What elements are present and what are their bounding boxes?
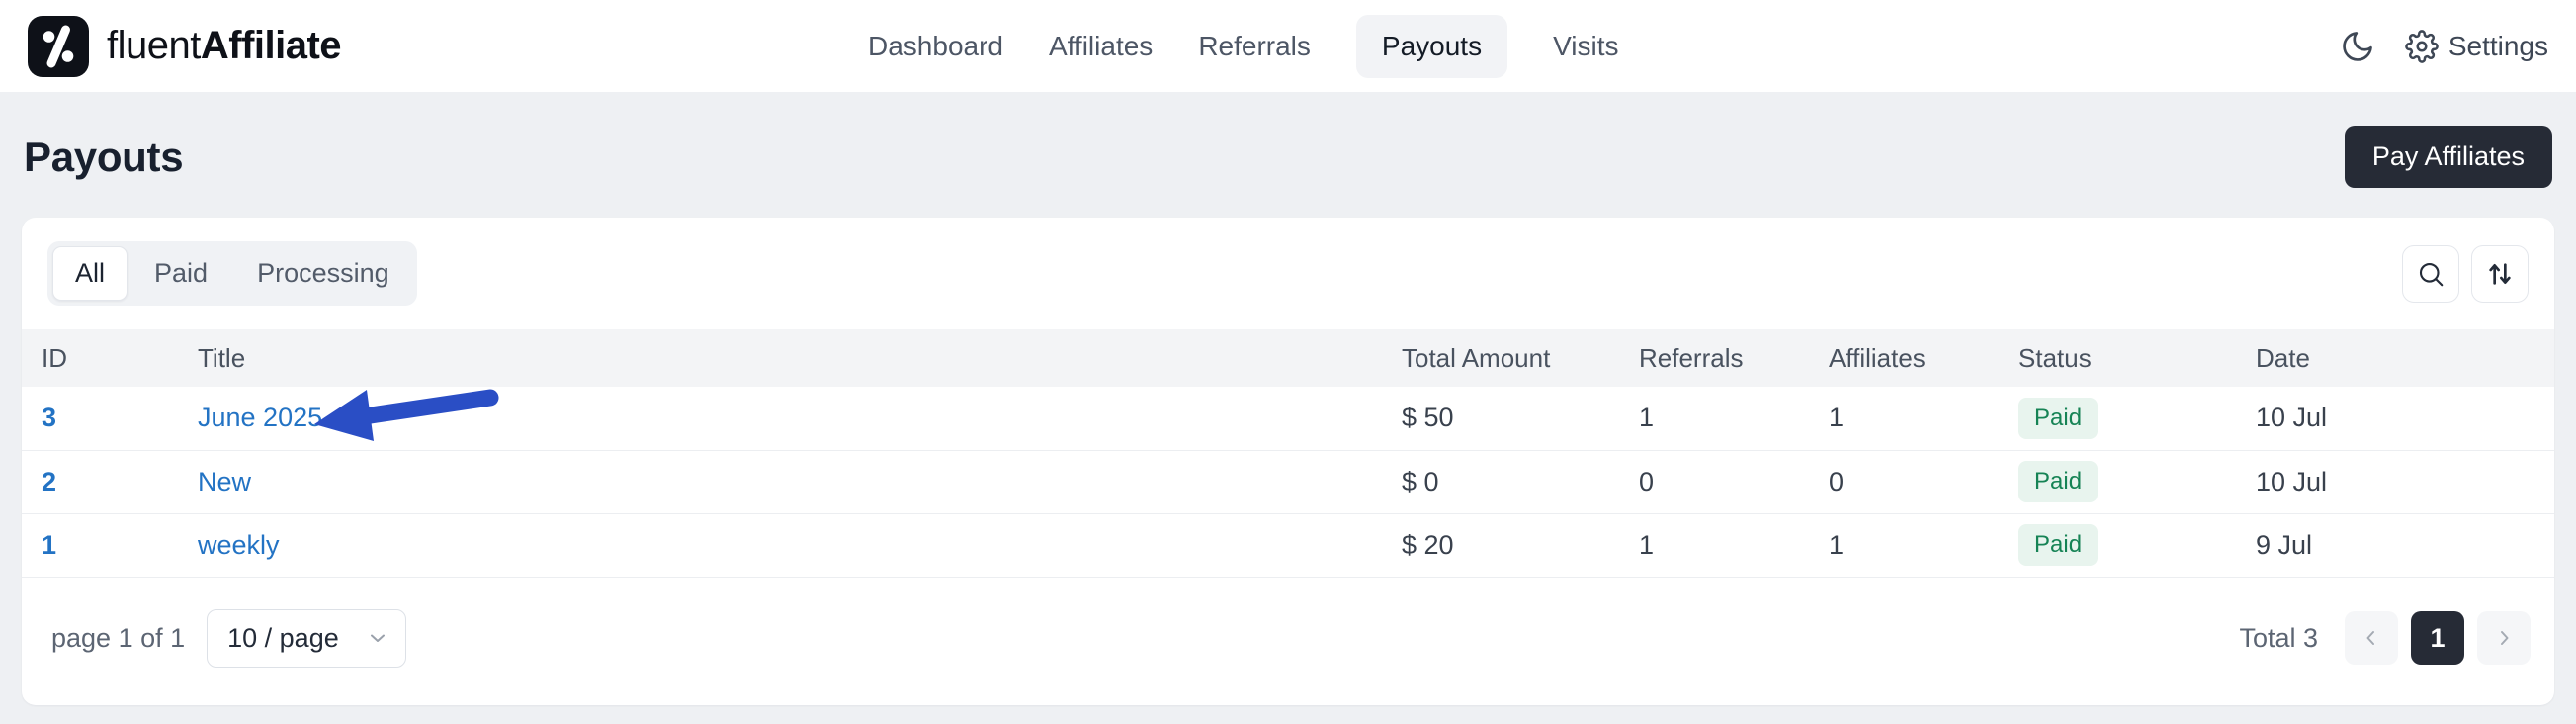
table-header: ID Title Total Amount Referrals Affiliat…	[22, 329, 2554, 387]
status-badge: Paid	[2018, 461, 2099, 502]
brand-wordmark: fluentAffiliate	[107, 24, 342, 68]
page-head: Payouts Pay Affiliates	[0, 92, 2576, 188]
topbar-right-actions: Settings	[2340, 29, 2548, 64]
total-count: Total 3	[2239, 622, 2318, 653]
table-row: 3 June 2025 $ 50 1 1 Paid 10 Jul	[22, 387, 2554, 451]
next-page-button[interactable]	[2477, 611, 2531, 665]
card-toolbar: All Paid Processing	[22, 218, 2554, 329]
payouts-table: ID Title Total Amount Referrals Affiliat…	[22, 329, 2554, 578]
filter-tab-all[interactable]: All	[52, 246, 129, 301]
page-size-select[interactable]: 10 / page	[207, 608, 407, 668]
payout-title-link[interactable]: June 2025	[198, 403, 322, 432]
payout-referrals: 1	[1619, 513, 1809, 578]
payout-affiliates: 1	[1809, 513, 1999, 578]
payout-title-link[interactable]: New	[198, 467, 251, 497]
column-header-referrals: Referrals	[1619, 329, 1809, 387]
status-badge: Paid	[2018, 524, 2099, 566]
status-filter-tabs: All Paid Processing	[47, 241, 417, 306]
column-header-date: Date	[2236, 329, 2554, 387]
gear-icon	[2404, 29, 2439, 63]
settings-label: Settings	[2447, 30, 2548, 61]
nav-item-payouts[interactable]: Payouts	[1355, 14, 1508, 78]
top-bar: fluentAffiliate Dashboard Affiliates Ref…	[0, 0, 2576, 92]
table-row: 1 weekly $ 20 1 1 Paid 9 Jul	[22, 513, 2554, 578]
main-nav: Dashboard Affiliates Referrals Payouts V…	[868, 0, 1618, 92]
payout-affiliates: 1	[1809, 387, 1999, 451]
pay-affiliates-button[interactable]: Pay Affiliates	[2344, 126, 2552, 188]
search-icon	[2419, 262, 2444, 286]
payout-affiliates: 0	[1809, 450, 1999, 514]
payouts-page: Payouts Pay Affiliates All Paid Processi…	[0, 92, 2576, 705]
payout-date: 10 Jul	[2236, 387, 2554, 451]
brand-name-light: fluent	[107, 24, 201, 67]
page-info: page 1 of 1	[51, 622, 186, 653]
column-header-id: ID	[22, 329, 178, 387]
settings-button[interactable]: Settings	[2404, 29, 2548, 63]
column-header-title: Title	[178, 329, 1382, 387]
column-header-status: Status	[1999, 329, 2236, 387]
column-header-total-amount: Total Amount	[1382, 329, 1619, 387]
previous-page-button[interactable]	[2345, 611, 2398, 665]
payout-referrals: 1	[1619, 387, 1809, 451]
payout-date: 10 Jul	[2236, 450, 2554, 514]
nav-item-referrals[interactable]: Referrals	[1198, 31, 1311, 62]
nav-item-visits[interactable]: Visits	[1553, 31, 1618, 62]
page-title: Payouts	[24, 133, 184, 180]
sort-arrows-icon	[2489, 262, 2511, 285]
column-header-affiliates: Affiliates	[1809, 329, 1999, 387]
page-size-value: 10 / page	[227, 622, 339, 653]
sort-button[interactable]	[2471, 244, 2529, 303]
payout-amount: $ 50	[1382, 387, 1619, 451]
payouts-card: All Paid Processing ID Title Total Amoun…	[22, 218, 2554, 705]
payout-id-link[interactable]: 2	[42, 467, 56, 497]
pagination-right: Total 3 1	[2239, 611, 2531, 665]
moon-icon	[2343, 31, 2372, 61]
search-button[interactable]	[2402, 244, 2459, 303]
toolbar-actions	[2402, 244, 2529, 303]
pagination-left: page 1 of 1 10 / page	[51, 608, 407, 668]
payout-id-link[interactable]: 3	[42, 403, 56, 432]
status-badge: Paid	[2018, 397, 2099, 439]
nav-item-dashboard[interactable]: Dashboard	[868, 31, 1003, 62]
payout-referrals: 0	[1619, 450, 1809, 514]
filter-tab-paid[interactable]: Paid	[131, 246, 230, 301]
page-number-button[interactable]: 1	[2411, 611, 2464, 665]
payout-id-link[interactable]: 1	[42, 530, 56, 560]
brand-logo[interactable]: fluentAffiliate	[28, 15, 342, 77]
chevron-right-icon	[2501, 631, 2509, 645]
payout-amount: $ 20	[1382, 513, 1619, 578]
table-row: 2 New $ 0 0 0 Paid 10 Jul	[22, 450, 2554, 514]
payout-amount: $ 0	[1382, 450, 1619, 514]
dark-mode-toggle[interactable]	[2340, 29, 2375, 64]
pagination-bar: page 1 of 1 10 / page Total 3 1	[22, 578, 2554, 705]
payout-title-link[interactable]: weekly	[198, 530, 280, 560]
chevron-down-icon	[371, 634, 386, 642]
nav-item-affiliates[interactable]: Affiliates	[1049, 31, 1153, 62]
filter-tab-processing[interactable]: Processing	[234, 246, 412, 301]
fluent-affiliate-logo-icon	[28, 15, 89, 77]
brand-name-bold: Affiliate	[200, 24, 342, 67]
chevron-left-icon	[2366, 631, 2374, 645]
payout-date: 9 Jul	[2236, 513, 2554, 578]
